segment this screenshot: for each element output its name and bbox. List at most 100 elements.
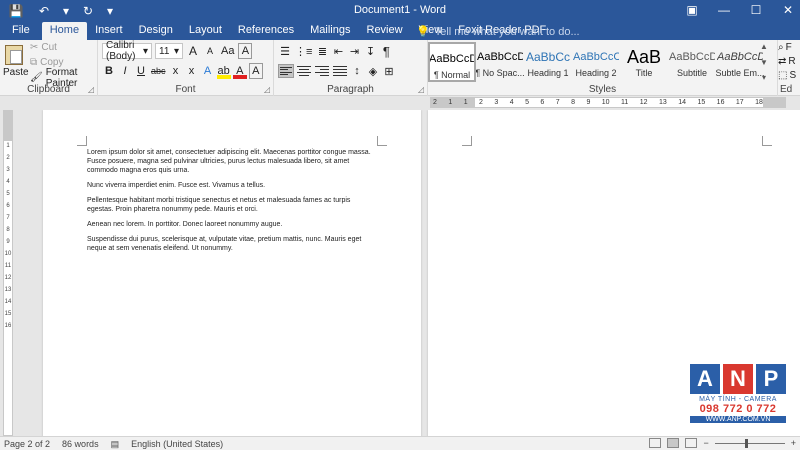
increase-indent-icon[interactable]: ⇥ [347,43,361,59]
decrease-indent-icon[interactable]: ⇤ [331,43,345,59]
paragraph-dialog-launcher-icon[interactable]: ◿ [418,85,424,94]
font-group-label: Font [175,84,196,95]
web-layout-icon[interactable] [685,438,698,448]
ruler-number: 12 [639,99,648,106]
clipboard-group: Paste ✂ Cut ⧉ Copy 🖌 Format Painter Clipboa… [0,40,98,96]
style-heading-2[interactable]: AaBbCcC Heading 2 [572,42,620,82]
copy-icon: ⧉ [30,57,38,68]
more-styles-icon[interactable]: ▾ [762,73,766,82]
bold-button[interactable]: B [102,63,116,79]
style-subtitle[interactable]: AaBbCcD Subtitle [668,42,716,82]
shrink-font-button[interactable]: A [203,43,217,59]
tab-file[interactable]: File [0,22,42,40]
horizontal-ruler[interactable]: 2 1 1 2 3 4 5 6 7 8 9 10 11 12 13 14 15 16 17 18 [430,97,786,108]
paragraph[interactable]: Aenean nec lorem. In porttitor. Donec la… [87,220,377,229]
maximize-icon[interactable]: ☐ [748,1,764,19]
font-color-button[interactable]: A [232,63,247,79]
scroll-down-icon[interactable]: ▼ [760,58,768,67]
style-heading-1[interactable]: AaBbCc Heading 1 [524,42,572,82]
format-painter-button[interactable]: 🖌 Format Painter [30,67,97,89]
ruler-number: 10 [601,99,610,106]
superscript-button[interactable]: x [185,63,199,79]
tab-home[interactable]: Home [41,22,88,40]
ruler-number: 18 [755,99,763,106]
align-center-icon[interactable] [296,64,312,78]
tab-references[interactable]: References [230,22,302,40]
page-1[interactable]: Lorem ipsum dolor sit amet, consectetuer… [43,110,421,436]
highlight-button[interactable]: ab [216,63,231,79]
page-count[interactable]: Page 2 of 2 [4,439,50,450]
line-spacing-icon[interactable]: ↕ [350,63,364,79]
word-count[interactable]: 86 words [62,439,99,450]
paste-button[interactable]: Paste [3,43,29,83]
proofing-icon[interactable]: ▤ [111,439,120,450]
ruler-number: 1 [6,143,10,149]
tab-mailings[interactable]: Mailings [302,22,358,40]
grow-font-button[interactable]: A [186,43,200,59]
cut-button[interactable]: ✂ Cut [30,41,97,54]
tab-design[interactable]: Design [131,22,181,40]
font-dialog-launcher-icon[interactable]: ◿ [264,85,270,94]
bullets-icon[interactable]: ☰ [278,43,292,59]
subscript-button[interactable]: x [169,63,183,79]
align-left-icon[interactable] [278,64,294,78]
scroll-up-icon[interactable]: ▲ [760,42,768,51]
clipboard-actions: ✂ Cut ⧉ Copy 🖌 Format Painter [30,41,97,89]
tab-insert[interactable]: Insert [87,22,131,40]
paintbrush-icon: 🖌 [30,72,43,83]
replace-button[interactable]: ⇄ R [778,54,800,68]
print-layout-icon[interactable] [667,438,680,448]
ruler-number: 5 [6,191,10,197]
style-subtle-emphasis[interactable]: AaBbCcDa Subtle Em... [716,42,764,82]
underline-button[interactable]: U [134,63,148,79]
language[interactable]: English (United States) [131,439,223,450]
style-normal[interactable]: AaBbCcDc ¶ Normal [428,42,476,82]
ribbon-display-options-icon[interactable]: ▣ [684,1,700,19]
font-size-combo[interactable]: 11 ▾ [155,43,183,59]
align-right-icon[interactable] [314,64,330,78]
font-name-combo[interactable]: Calibri (Body) ▾ [102,40,152,62]
zoom-slider-thumb[interactable] [744,438,748,448]
paragraph[interactable]: Nunc viverra imperdiet enim. Fusce est. … [87,181,377,190]
style-title[interactable]: AaB Title [620,42,668,82]
vertical-ruler[interactable]: 1 2 3 4 5 6 7 8 9 10 11 12 13 14 15 16 [3,110,13,436]
clear-formatting-button[interactable]: A [238,43,253,59]
strikethrough-button[interactable]: abc [150,63,167,79]
editing-group: ⌕ F ⇄ R ⬚ S Ed [778,40,800,96]
paragraph[interactable]: Pellentesque habitant morbi tristique se… [87,196,377,214]
italic-button[interactable]: I [118,63,132,79]
numbering-icon[interactable]: ⋮≡ [294,43,313,59]
borders-icon[interactable]: ⊞ [382,63,396,79]
chevron-down-icon: ▾ [142,45,148,57]
minimize-icon[interactable]: — [716,1,732,19]
tell-me-box[interactable]: 💡 Tell me what you want to do... [416,25,580,39]
select-button[interactable]: ⬚ S [778,68,800,82]
sort-icon[interactable]: ↧ [363,43,377,59]
justify-icon[interactable] [332,64,348,78]
document-body[interactable]: Lorem ipsum dolor sit amet, consectetuer… [87,148,377,259]
show-formatting-marks-button[interactable]: ¶ [379,43,393,59]
tab-layout[interactable]: Layout [181,22,230,40]
zoom-slider[interactable] [714,438,785,448]
text-effects-button[interactable]: A [201,63,215,79]
close-icon[interactable]: ✕ [780,1,796,19]
ruler-number: 4 [509,99,514,106]
paragraph[interactable]: Suspendisse dui purus, scelerisque at, v… [87,235,377,253]
crop-mark [462,136,472,146]
style-no-spacing[interactable]: AaBbCcDc ¶ No Spac... [476,42,524,82]
crop-mark [377,136,387,146]
character-shading-button[interactable]: A [248,63,263,79]
change-case-button[interactable]: Aa [220,43,235,59]
logo-letter: N [723,364,753,394]
zoom-in-icon[interactable]: + [791,438,796,448]
clipboard-dialog-launcher-icon[interactable]: ◿ [88,85,94,94]
shading-icon[interactable]: ◈ [366,63,380,79]
document-canvas[interactable]: Lorem ipsum dolor sit amet, consectetuer… [14,110,800,436]
zoom-out-icon[interactable]: − [703,438,708,448]
multilevel-list-icon[interactable]: ≣ [315,43,329,59]
read-mode-icon[interactable] [649,438,662,448]
tab-review[interactable]: Review [359,22,411,40]
find-button[interactable]: ⌕ F [778,40,800,54]
paragraph[interactable]: Lorem ipsum dolor sit amet, consectetuer… [87,148,377,175]
ruler-number: 11 [4,263,12,269]
